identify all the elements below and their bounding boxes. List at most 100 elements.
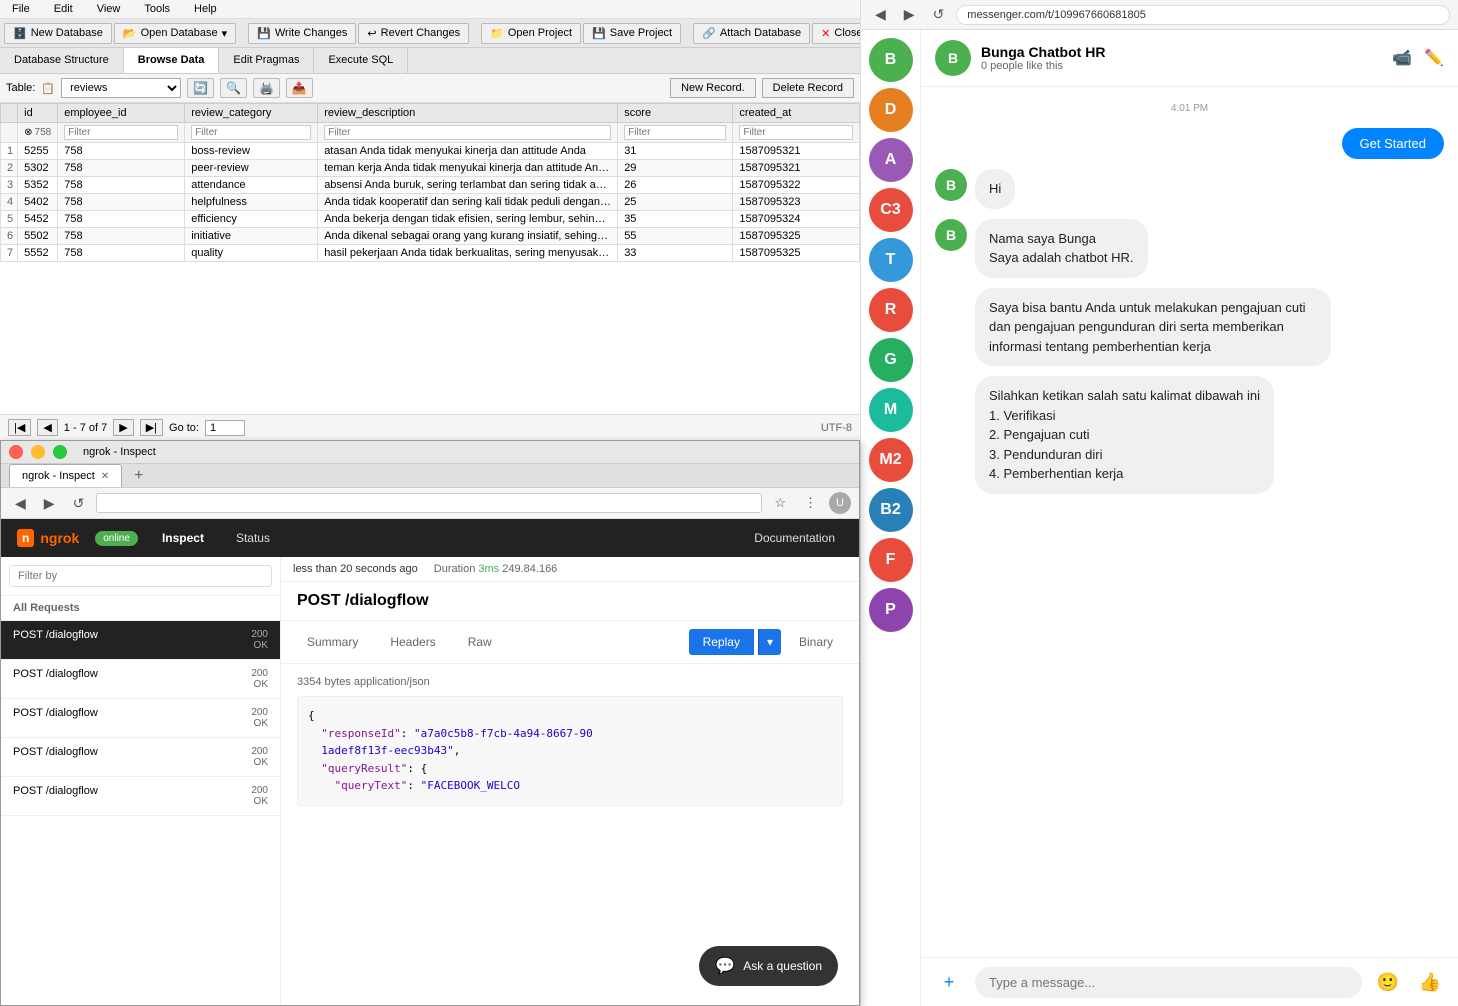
contact-avatar-9[interactable]: B2: [869, 488, 913, 532]
menu-file[interactable]: File: [8, 2, 34, 16]
contact-avatar-10[interactable]: F: [869, 538, 913, 582]
contact-avatar-3[interactable]: C3: [869, 188, 913, 232]
ask-widget[interactable]: 💬 Ask a question: [699, 946, 838, 986]
tab-close-icon[interactable]: ✕: [101, 471, 109, 482]
request-item-4[interactable]: POST /dialogflow 200OK: [1, 777, 280, 816]
emoji-button[interactable]: 🙂: [1372, 966, 1404, 998]
contact-avatar-5[interactable]: R: [869, 288, 913, 332]
replay-button[interactable]: Replay: [689, 629, 754, 655]
table-row[interactable]: 1 5255 758 boss-review atasan Anda tidak…: [1, 143, 860, 160]
request-item-0[interactable]: POST /dialogflow 200OK: [1, 621, 280, 660]
bookmark-button[interactable]: ☆: [768, 493, 792, 513]
table-row[interactable]: 3 5352 758 attendance absensi Anda buruk…: [1, 177, 860, 194]
col-employee-id[interactable]: employee_id: [58, 104, 185, 123]
tab-execute-sql[interactable]: Execute SQL: [314, 48, 408, 73]
contact-avatar-4[interactable]: T: [869, 238, 913, 282]
thumbs-up-button[interactable]: 👍: [1414, 966, 1446, 998]
detail-tab-summary[interactable]: Summary: [293, 627, 372, 659]
detail-tab-raw[interactable]: Raw: [454, 627, 506, 659]
tab-browse-data[interactable]: Browse Data: [124, 48, 220, 73]
write-changes-button[interactable]: 💾 Write Changes: [248, 23, 356, 44]
add-button[interactable]: +: [933, 966, 965, 998]
col-review-description[interactable]: review_description: [318, 104, 618, 123]
request-item-2[interactable]: POST /dialogflow 200OK: [1, 699, 280, 738]
contacts-sidebar: BDA C3 TRGM M2 B2 FP: [861, 30, 921, 1006]
url-input[interactable]: localhost:4040/inspect/http: [96, 493, 762, 513]
nav-status[interactable]: Status: [228, 527, 278, 549]
contact-avatar-1[interactable]: D: [869, 88, 913, 132]
table-row[interactable]: 6 5502 758 initiative Anda dikenal sebag…: [1, 228, 860, 245]
contact-avatar-8[interactable]: M2: [869, 438, 913, 482]
request-item-1[interactable]: POST /dialogflow 200OK: [1, 660, 280, 699]
filter-button[interactable]: 🔍: [220, 78, 247, 98]
contact-avatar-7[interactable]: M: [869, 388, 913, 432]
contact-avatar-6[interactable]: G: [869, 338, 913, 382]
ngrok-tab-bar: ngrok - Inspect ✕ +: [1, 464, 859, 488]
data-table: id employee_id review_category review_de…: [0, 103, 860, 262]
browser-refresh-button[interactable]: ↺: [67, 493, 91, 514]
new-tab-button[interactable]: +: [126, 465, 151, 487]
new-record-button[interactable]: New Record.: [670, 78, 756, 98]
menu-edit[interactable]: Edit: [50, 2, 77, 16]
save-project-button[interactable]: 💾 Save Project: [583, 23, 681, 44]
detail-tab-headers[interactable]: Headers: [376, 627, 449, 659]
open-database-button[interactable]: 📂 Open Database▾: [114, 23, 236, 44]
filter-employee-id[interactable]: [64, 125, 178, 140]
window-minimize-button[interactable]: [31, 445, 45, 459]
messenger-forward-button[interactable]: ▶: [898, 4, 921, 25]
filter-input[interactable]: [9, 565, 272, 587]
col-created-at[interactable]: created_at: [733, 104, 860, 123]
contact-avatar-0[interactable]: B: [869, 38, 913, 82]
next-page-button[interactable]: ▶: [113, 419, 133, 436]
edit-icon[interactable]: ✏️: [1424, 48, 1444, 68]
table-select[interactable]: reviews: [61, 78, 181, 98]
contact-avatar-2[interactable]: A: [869, 138, 913, 182]
messenger-url-bar[interactable]: messenger.com/t/109967660681805: [956, 5, 1450, 25]
window-maximize-button[interactable]: [53, 445, 67, 459]
filter-review-description[interactable]: [324, 125, 611, 140]
table-row[interactable]: 2 5302 758 peer-review teman kerja Anda …: [1, 160, 860, 177]
new-database-button[interactable]: 🗄️ New Database: [4, 23, 112, 44]
browser-back-button[interactable]: ◀: [9, 493, 32, 514]
prev-page-button[interactable]: ◀: [37, 419, 57, 436]
last-page-button[interactable]: ▶|: [140, 419, 163, 436]
col-id[interactable]: id: [18, 104, 58, 123]
goto-input[interactable]: [205, 420, 245, 436]
table-row[interactable]: 7 5552 758 quality hasil pekerjaan Anda …: [1, 245, 860, 262]
menu-help[interactable]: Help: [190, 2, 221, 16]
messenger-refresh-button[interactable]: ↺: [927, 4, 951, 25]
binary-tab[interactable]: Binary: [785, 627, 847, 657]
table-row[interactable]: 5 5452 758 efficiency Anda bekerja denga…: [1, 211, 860, 228]
nav-inspect[interactable]: Inspect: [154, 527, 212, 549]
export-button[interactable]: 📤: [286, 78, 313, 98]
chat-input[interactable]: [975, 967, 1362, 998]
request-item-3[interactable]: POST /dialogflow 200OK: [1, 738, 280, 777]
menu-view[interactable]: View: [93, 2, 125, 16]
contact-avatar-11[interactable]: P: [869, 588, 913, 632]
filter-score[interactable]: [624, 125, 726, 140]
messenger-back-button[interactable]: ◀: [869, 4, 892, 25]
menu-tools[interactable]: Tools: [140, 2, 174, 16]
tab-edit-pragmas[interactable]: Edit Pragmas: [219, 48, 314, 73]
table-row[interactable]: 4 5402 758 helpfulness Anda tidak kooper…: [1, 194, 860, 211]
open-project-button[interactable]: 📁 Open Project: [481, 23, 581, 44]
browser-forward-button[interactable]: ▶: [38, 493, 61, 514]
print-button[interactable]: 🖨️: [253, 78, 280, 98]
filter-review-category[interactable]: [191, 125, 311, 140]
replay-dropdown-button[interactable]: ▾: [758, 629, 781, 655]
tab-database-structure[interactable]: Database Structure: [0, 48, 124, 73]
filter-created-at[interactable]: [739, 125, 853, 140]
get-started-button[interactable]: Get Started: [1342, 128, 1444, 159]
refresh-button[interactable]: 🔄: [187, 78, 214, 98]
nav-documentation[interactable]: Documentation: [746, 527, 843, 549]
col-score[interactable]: score: [618, 104, 733, 123]
video-call-icon[interactable]: 📹: [1392, 48, 1412, 68]
delete-record-button[interactable]: Delete Record: [762, 78, 854, 98]
attach-database-button[interactable]: 🔗 Attach Database: [693, 23, 810, 44]
menu-button[interactable]: ⋮: [798, 493, 823, 513]
window-close-button[interactable]: [9, 445, 23, 459]
first-page-button[interactable]: |◀: [8, 419, 31, 436]
revert-changes-button[interactable]: ↩ Revert Changes: [358, 23, 469, 44]
col-review-category[interactable]: review_category: [185, 104, 318, 123]
ngrok-browser-tab[interactable]: ngrok - Inspect ✕: [9, 464, 122, 487]
